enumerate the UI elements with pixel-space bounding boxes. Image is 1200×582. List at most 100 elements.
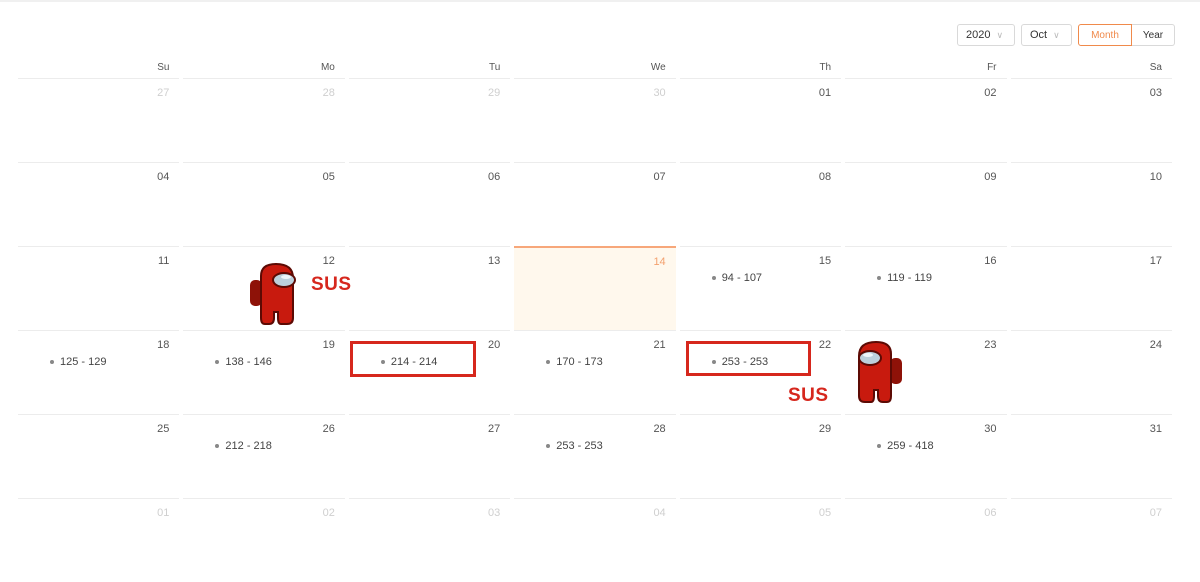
- day-cell[interactable]: 06: [845, 498, 1007, 582]
- event-dot-icon: [50, 360, 54, 364]
- day-number: 16: [984, 255, 997, 267]
- year-select-value: 2020: [966, 29, 991, 41]
- month-select-value: Oct: [1030, 29, 1048, 41]
- calendar-event[interactable]: 138 - 146: [215, 356, 272, 368]
- day-cell[interactable]: 24: [1010, 330, 1172, 414]
- event-label: 94 - 107: [721, 272, 763, 284]
- event-dot-icon: [215, 360, 220, 364]
- calendar-event[interactable]: 253 - 253: [546, 440, 603, 452]
- day-cell[interactable]: 19 138 - 146: [183, 330, 345, 414]
- day-cell[interactable]: 25: [18, 414, 180, 498]
- weekday-label: Th: [819, 62, 832, 73]
- calendar-event[interactable]: 125 - 129: [50, 356, 106, 368]
- month-select[interactable]: Oct ∨: [1021, 24, 1072, 46]
- calendar-event[interactable]: 259 - 418: [877, 440, 934, 452]
- day-number: 28: [322, 87, 335, 99]
- event-label: 212 - 218: [225, 440, 272, 452]
- day-number: 01: [157, 507, 170, 519]
- weekday-header: Su Mo Tu We Th Fr Sa: [16, 58, 1174, 78]
- day-cell[interactable]: 09: [845, 162, 1007, 246]
- day-cell[interactable]: 27: [18, 78, 180, 162]
- day-cell[interactable]: 01: [679, 78, 842, 162]
- day-cell[interactable]: 28 253 - 253: [514, 414, 676, 498]
- day-cell[interactable]: 29: [679, 414, 842, 498]
- day-number: 09: [984, 171, 997, 183]
- calendar-event[interactable]: 119 - 119: [877, 272, 932, 284]
- day-number: 04: [157, 171, 170, 183]
- day-number: 15: [818, 255, 832, 267]
- day-cell[interactable]: 05: [679, 498, 842, 582]
- day-cell[interactable]: 05: [183, 162, 345, 246]
- event-label: 170 - 173: [556, 356, 603, 368]
- day-cell[interactable]: 11: [18, 246, 180, 330]
- day-number: 29: [818, 423, 832, 435]
- day-cell[interactable]: 18 125 - 129: [18, 330, 180, 414]
- calendar-event[interactable]: 170 - 173: [546, 356, 603, 368]
- day-number: 07: [653, 171, 666, 183]
- calendar-toolbar: 2020 ∨ Oct ∨ Month Year: [957, 24, 1175, 46]
- day-number: 06: [984, 507, 997, 519]
- day-number: 10: [1149, 171, 1162, 183]
- event-label: 138 - 146: [225, 356, 272, 368]
- view-mode-switch: Month Year: [1078, 24, 1175, 46]
- day-number: 27: [488, 423, 501, 435]
- day-cell[interactable]: 01: [18, 498, 180, 582]
- day-cell[interactable]: 02: [845, 78, 1007, 162]
- event-label: 119 - 119: [887, 272, 932, 284]
- day-cell[interactable]: 15 94 - 107: [679, 246, 842, 330]
- day-cell[interactable]: 26 212 - 218: [183, 414, 345, 498]
- weekday-label: Tu: [488, 62, 501, 73]
- day-number: 02: [322, 507, 335, 519]
- day-number: 02: [984, 87, 997, 99]
- day-number: 05: [322, 171, 335, 183]
- day-number: 20: [488, 339, 501, 351]
- week-row: 01 02 03 04 05 06 07: [16, 498, 1174, 582]
- highlight-box: [350, 341, 476, 377]
- event-label: 259 - 418: [887, 440, 934, 452]
- week-row: 11 12 13 14 15 94 - 107 16 119 - 119 17: [16, 246, 1174, 330]
- year-mode-button[interactable]: Year: [1132, 24, 1175, 46]
- day-cell[interactable]: 04: [18, 162, 180, 246]
- day-number: 30: [653, 87, 666, 99]
- day-number: 08: [818, 171, 832, 183]
- weekday-label: Fr: [987, 62, 997, 73]
- calendar-event[interactable]: 94 - 107: [711, 272, 763, 284]
- weekday-label: Sa: [1149, 62, 1162, 73]
- day-cell[interactable]: 03: [1010, 78, 1172, 162]
- day-cell-today[interactable]: 14: [514, 246, 676, 330]
- day-number: 24: [1149, 339, 1162, 351]
- day-cell[interactable]: 31: [1010, 414, 1172, 498]
- day-cell[interactable]: 03: [348, 498, 511, 582]
- day-number: 23: [984, 339, 997, 351]
- day-cell[interactable]: 06: [348, 162, 511, 246]
- day-number: 31: [1149, 423, 1162, 435]
- event-dot-icon: [546, 444, 551, 448]
- day-cell[interactable]: 28: [183, 78, 345, 162]
- day-cell[interactable]: 27: [348, 414, 511, 498]
- day-cell[interactable]: 17: [1010, 246, 1172, 330]
- day-number: 06: [488, 171, 501, 183]
- day-number: 03: [488, 507, 501, 519]
- day-number: 22: [818, 339, 832, 351]
- day-cell[interactable]: 30 259 - 418: [845, 414, 1007, 498]
- day-number: 14: [653, 256, 666, 268]
- day-cell[interactable]: 10: [1010, 162, 1172, 246]
- day-cell[interactable]: 29: [348, 78, 511, 162]
- day-number: 11: [158, 255, 170, 267]
- day-cell[interactable]: 13: [348, 246, 511, 330]
- year-select[interactable]: 2020 ∨: [957, 24, 1015, 46]
- day-cell[interactable]: 30: [514, 78, 676, 162]
- day-cell[interactable]: 16 119 - 119: [845, 246, 1007, 330]
- weekday-label: Su: [157, 62, 170, 73]
- day-cell[interactable]: 07: [1010, 498, 1172, 582]
- calendar-event[interactable]: 212 - 218: [215, 440, 272, 452]
- day-cell[interactable]: 07: [514, 162, 676, 246]
- day-number: 18: [157, 339, 170, 351]
- day-cell[interactable]: 08: [679, 162, 842, 246]
- event-dot-icon: [546, 360, 551, 364]
- day-cell[interactable]: 02: [183, 498, 345, 582]
- day-number: 30: [984, 423, 997, 435]
- month-mode-button[interactable]: Month: [1078, 24, 1132, 46]
- day-cell[interactable]: 21 170 - 173: [514, 330, 676, 414]
- day-cell[interactable]: 04: [514, 498, 676, 582]
